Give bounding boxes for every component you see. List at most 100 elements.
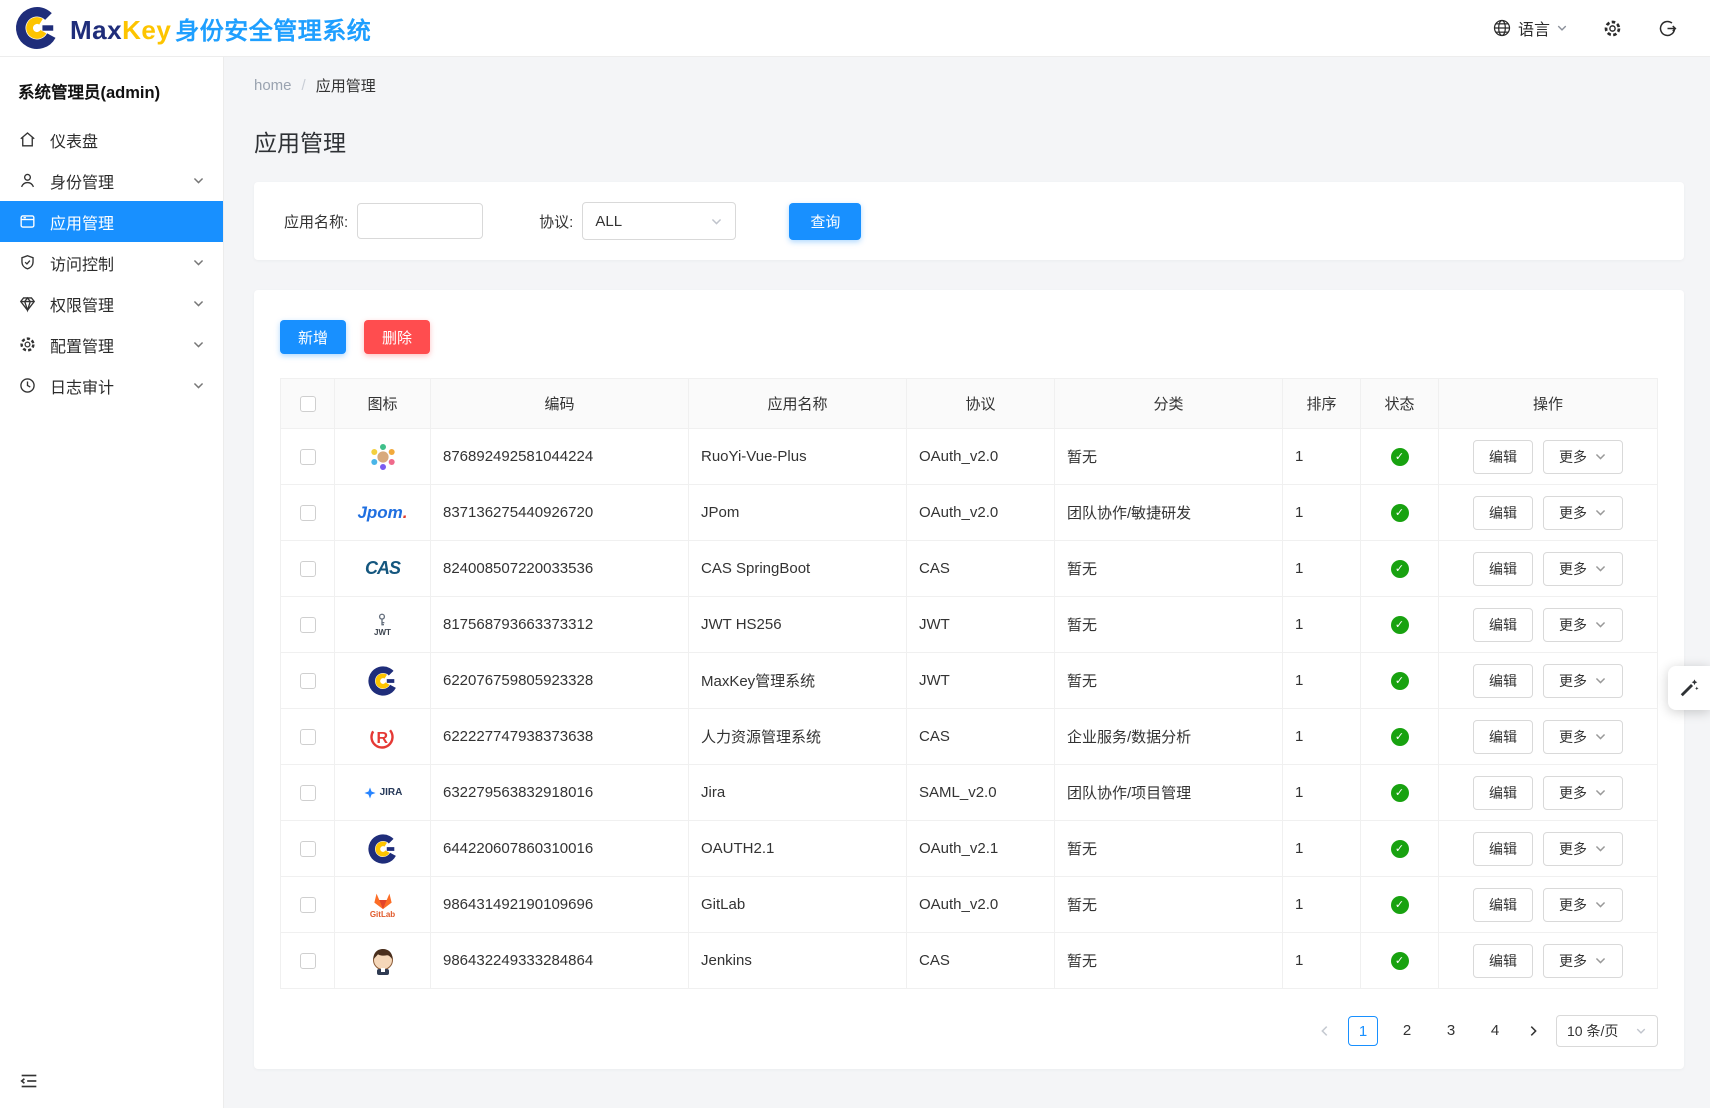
column-header: 协议	[907, 379, 1055, 429]
row-checkbox[interactable]	[300, 449, 316, 465]
app-name-cell: Jenkins	[689, 933, 907, 989]
protocol-cell: CAS	[907, 541, 1055, 597]
more-button[interactable]: 更多	[1543, 440, 1623, 474]
more-button[interactable]: 更多	[1543, 496, 1623, 530]
brand-key: Key	[122, 15, 171, 45]
row-checkbox[interactable]	[300, 505, 316, 521]
protocol-cell: JWT	[907, 653, 1055, 709]
column-header: 应用名称	[689, 379, 907, 429]
logout-icon	[1657, 18, 1678, 39]
more-button[interactable]: 更多	[1543, 944, 1623, 978]
settings-button[interactable]	[1602, 18, 1623, 39]
sidebar-item-config[interactable]: 配置管理	[0, 324, 223, 365]
breadcrumb-home[interactable]: home	[254, 77, 292, 94]
more-button[interactable]: 更多	[1543, 888, 1623, 922]
breadcrumb: home / 应用管理	[254, 75, 1684, 96]
app-code-cell: 986432249333284864	[431, 933, 689, 989]
table-row: GitLab 986431492190109696 GitLab OAuth_v…	[281, 877, 1658, 933]
app-code-cell: 876892492581044224	[431, 429, 689, 485]
edit-button[interactable]: 编辑	[1473, 888, 1533, 922]
app-name-cell: Jira	[689, 765, 907, 821]
protocol-cell: SAML_v2.0	[907, 765, 1055, 821]
table-row: JWT 817568793663373312 JWT HS256 JWT 暂无 …	[281, 597, 1658, 653]
sort-cell: 1	[1283, 597, 1361, 653]
more-button[interactable]: 更多	[1543, 720, 1623, 754]
hr-logo: R	[367, 721, 399, 753]
page-number-2[interactable]: 2	[1392, 1016, 1422, 1046]
protocol-cell: CAS	[907, 933, 1055, 989]
row-checkbox[interactable]	[300, 561, 316, 577]
category-cell: 暂无	[1055, 597, 1283, 653]
app-name-cell: RuoYi-Vue-Plus	[689, 429, 907, 485]
theme-tool-button[interactable]	[1668, 666, 1710, 710]
row-checkbox[interactable]	[300, 953, 316, 969]
edit-button[interactable]: 编辑	[1473, 720, 1533, 754]
edit-button[interactable]: 编辑	[1473, 552, 1533, 586]
protocol-select[interactable]: ALL	[582, 202, 736, 240]
edit-button[interactable]: 编辑	[1473, 440, 1533, 474]
sidebar-item-label: 权限管理	[50, 292, 114, 316]
edit-button[interactable]: 编辑	[1473, 608, 1533, 642]
gitlab-logo: GitLab	[370, 890, 395, 919]
app-code-cell: 824008507220033536	[431, 541, 689, 597]
chevron-down-icon	[1594, 730, 1607, 743]
row-checkbox[interactable]	[300, 841, 316, 857]
logout-button[interactable]	[1657, 18, 1678, 39]
sidebar-collapse-button[interactable]	[18, 1070, 40, 1092]
brand-name: MaxKey身份安全管理系统	[70, 11, 371, 46]
sidebar-item-dashboard[interactable]: 仪表盘	[0, 119, 223, 160]
table-row: CAS 824008507220033536 CAS SpringBoot CA…	[281, 541, 1658, 597]
brand-logo: MaxKey身份安全管理系统	[14, 5, 371, 51]
row-checkbox[interactable]	[300, 897, 316, 913]
edit-button[interactable]: 编辑	[1473, 496, 1533, 530]
chevron-down-icon	[192, 379, 205, 392]
app-window-icon	[18, 212, 37, 231]
sidebar-item-label: 身份管理	[50, 169, 114, 193]
status-enabled-icon: ✓	[1391, 448, 1409, 466]
sidebar-item-identity[interactable]: 身份管理	[0, 160, 223, 201]
page-number-3[interactable]: 3	[1436, 1016, 1466, 1046]
table-row: Jpom. 837136275440926720 JPom OAuth_v2.0…	[281, 485, 1658, 541]
sidebar-item-access[interactable]: 访问控制	[0, 242, 223, 283]
language-label: 语言	[1518, 16, 1550, 40]
breadcrumb-separator: /	[302, 77, 306, 94]
row-checkbox[interactable]	[300, 785, 316, 801]
top-bar: MaxKey身份安全管理系统 语言	[0, 0, 1710, 57]
delete-button[interactable]: 删除	[364, 320, 430, 354]
app-name-input[interactable]	[357, 203, 483, 239]
more-button[interactable]: 更多	[1543, 776, 1623, 810]
edit-button[interactable]: 编辑	[1473, 664, 1533, 698]
more-button[interactable]: 更多	[1543, 832, 1623, 866]
breadcrumb-current: 应用管理	[316, 75, 376, 96]
row-checkbox[interactable]	[300, 617, 316, 633]
chevron-down-icon	[1594, 450, 1607, 463]
table-row: 986432249333284864 Jenkins CAS 暂无 1 ✓ 编辑…	[281, 933, 1658, 989]
select-all-checkbox[interactable]	[300, 396, 316, 412]
category-cell: 团队协作/项目管理	[1055, 765, 1283, 821]
edit-button[interactable]: 编辑	[1473, 776, 1533, 810]
sidebar-item-apps[interactable]: 应用管理	[0, 201, 223, 242]
next-page-button[interactable]	[1526, 1024, 1540, 1038]
add-button[interactable]: 新增	[280, 320, 346, 354]
edit-button[interactable]: 编辑	[1473, 944, 1533, 978]
protocol-cell: OAuth_v2.0	[907, 485, 1055, 541]
prev-page-button[interactable]	[1318, 1024, 1332, 1038]
sort-cell: 1	[1283, 429, 1361, 485]
sidebar-nav: 仪表盘身份管理应用管理访问控制权限管理配置管理日志审计	[0, 119, 223, 406]
edit-button[interactable]: 编辑	[1473, 832, 1533, 866]
page-size-select[interactable]: 10 条/页	[1556, 1015, 1658, 1047]
page-number-4[interactable]: 4	[1480, 1016, 1510, 1046]
sidebar-item-permissions[interactable]: 权限管理	[0, 283, 223, 324]
more-button[interactable]: 更多	[1543, 552, 1623, 586]
more-button[interactable]: 更多	[1543, 664, 1623, 698]
status-enabled-icon: ✓	[1391, 560, 1409, 578]
table-toolbar: 新增 删除	[280, 320, 1658, 354]
page-number-1[interactable]: 1	[1348, 1016, 1378, 1046]
more-button[interactable]: 更多	[1543, 608, 1623, 642]
row-checkbox[interactable]	[300, 673, 316, 689]
row-checkbox[interactable]	[300, 729, 316, 745]
search-button[interactable]: 查询	[789, 203, 861, 240]
language-switcher[interactable]: 语言	[1492, 16, 1568, 40]
app-code-cell: 622076759805923328	[431, 653, 689, 709]
sidebar-item-audit[interactable]: 日志审计	[0, 365, 223, 406]
